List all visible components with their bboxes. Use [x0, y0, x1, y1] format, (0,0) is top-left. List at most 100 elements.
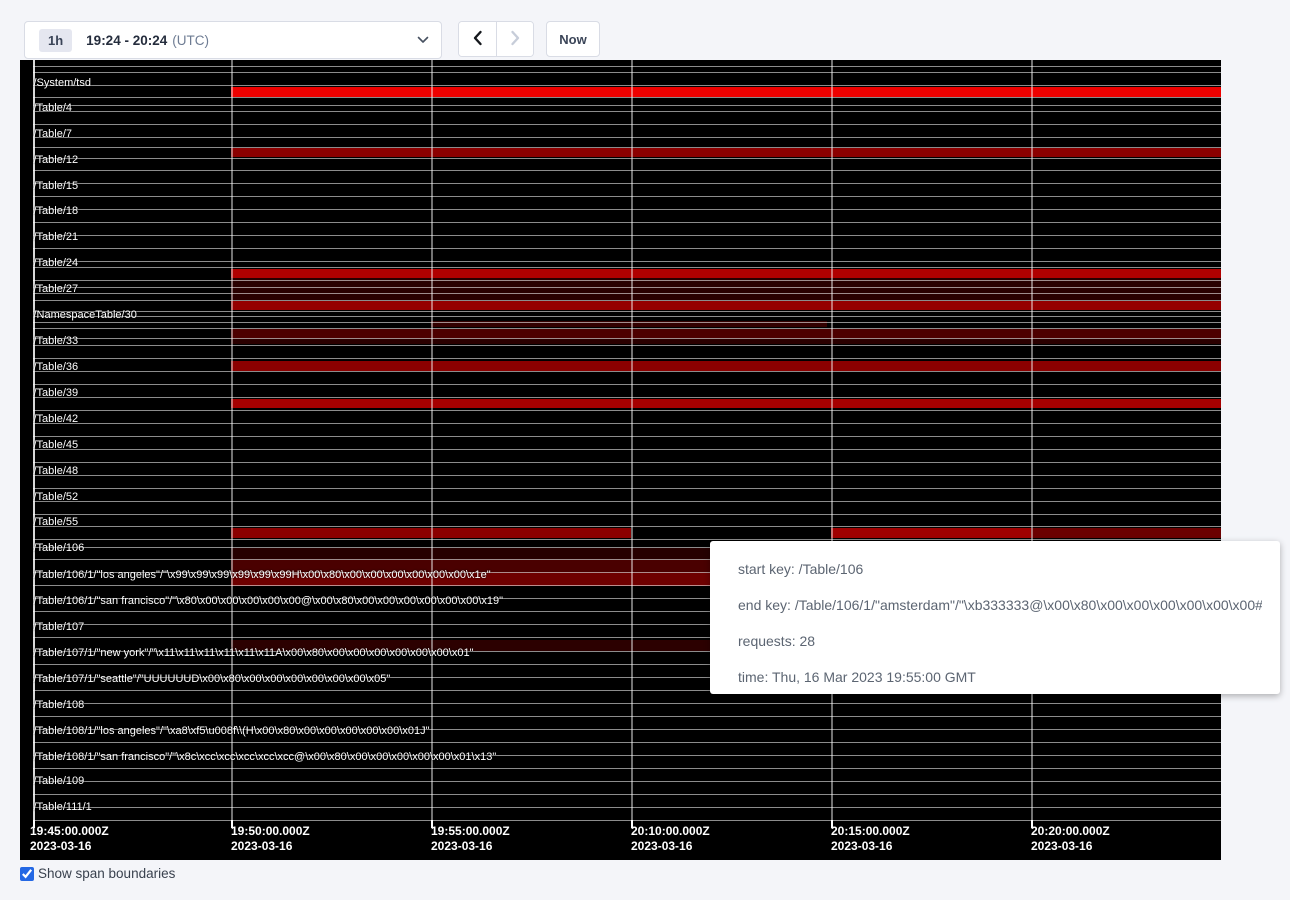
heatmap-band	[231, 148, 1221, 157]
row-key-label: /Table/107/1/"new york"/"\x11\x11\x11\x1…	[34, 647, 474, 659]
chevron-down-icon	[417, 36, 429, 44]
span-boundary-line	[33, 322, 1221, 323]
span-boundary-line	[33, 397, 1221, 398]
heatmap-band	[231, 399, 1221, 408]
span-boundary-line	[33, 111, 1221, 112]
row-key-label: /Table/55	[34, 516, 79, 528]
row-key-label: /Table/33	[34, 335, 79, 347]
span-boundary-line	[33, 97, 1221, 98]
span-boundary-line	[33, 410, 1221, 411]
time-zone-label: (UTC)	[172, 33, 209, 48]
time-bucket-line	[631, 60, 633, 820]
tooltip-time: time: Thu, 16 Mar 2023 19:55:00 GMT	[738, 669, 1262, 685]
span-boundary-line	[33, 807, 1221, 808]
chevron-right-icon	[510, 30, 521, 49]
row-key-label: /Table/106/1/"los angeles"/"\x99\x99\x99…	[34, 569, 491, 581]
span-boundary-line	[33, 475, 1221, 476]
span-boundary-line	[33, 501, 1221, 502]
span-boundary-line	[33, 462, 1221, 463]
heatmap-band	[231, 301, 1221, 310]
span-boundary-line	[33, 124, 1221, 125]
span-boundary-line	[33, 261, 1221, 262]
time-bucket-line	[831, 60, 833, 820]
show-span-boundaries-checkbox[interactable]	[20, 867, 34, 881]
show-span-boundaries-label: Show span boundaries	[38, 866, 175, 881]
row-key-label: /Table/18	[34, 205, 79, 217]
x-axis-label: 20:10:00.000Z2023-03-16	[631, 824, 710, 854]
row-key-label: /Table/107/1/"seattle"/"UUUUUUD\x00\x80\…	[34, 673, 391, 685]
tooltip-end-key: end key: /Table/106/1/"amsterdam"/"\xb33…	[738, 597, 1262, 613]
span-boundary-line	[33, 526, 1221, 527]
heatmap-band	[231, 361, 1221, 371]
span-boundary-line	[33, 820, 1221, 821]
span-boundary-line	[33, 316, 1221, 317]
heatmap-band	[231, 87, 1221, 97]
row-key-label: /Table/36	[34, 361, 79, 373]
span-boundary-line	[33, 768, 1221, 769]
span-boundary-line	[33, 539, 1221, 540]
span-boundary-line	[33, 794, 1221, 795]
row-key-label: /Table/4	[34, 102, 73, 114]
span-boundary-line	[33, 449, 1221, 450]
x-axis-label: 20:15:00.000Z2023-03-16	[831, 824, 910, 854]
row-key-label: /Table/12	[34, 154, 79, 166]
row-key-label: /Table/7	[34, 128, 73, 140]
span-boundary-line	[33, 311, 1221, 312]
span-boundary-line	[33, 436, 1221, 437]
time-bucket-line	[1031, 60, 1033, 820]
span-boundary-line	[33, 280, 1221, 281]
key-visualizer-heatmap[interactable]: /System/tsd/Table/4/Table/7/Table/12/Tab…	[20, 60, 1221, 860]
row-key-label: /Table/42	[34, 413, 79, 425]
span-boundary-line	[33, 287, 1221, 288]
row-key-label: /NamespaceTable/30	[34, 309, 137, 321]
span-boundary-line	[33, 742, 1221, 743]
span-boundary-line	[33, 488, 1221, 489]
row-key-label: /Table/111/1	[34, 801, 92, 813]
span-boundary-line	[33, 66, 1221, 67]
time-bucket-line	[231, 60, 233, 820]
span-boundary-line	[33, 423, 1221, 424]
x-axis-label: 20:20:00.000Z2023-03-16	[1031, 824, 1110, 854]
row-key-label: /Table/24	[34, 257, 79, 269]
span-boundary-line	[33, 371, 1221, 372]
row-key-label: /Table/48	[34, 465, 79, 477]
chevron-left-icon	[472, 30, 483, 49]
span-boundary-line	[33, 105, 1221, 106]
previous-time-window-button[interactable]	[459, 22, 496, 56]
x-axis-label: 19:50:00.000Z2023-03-16	[231, 824, 310, 854]
next-time-window-button[interactable]	[496, 22, 533, 56]
span-boundary-line	[33, 235, 1221, 236]
time-range-selector[interactable]: 1h 19:24 - 20:24 (UTC)	[24, 21, 442, 59]
span-boundary-line	[33, 781, 1221, 782]
span-boundary-line	[33, 384, 1221, 385]
span-boundary-line	[33, 85, 1221, 86]
span-boundary-line	[33, 209, 1221, 210]
row-key-label: /Table/106	[34, 542, 85, 554]
span-boundary-line	[33, 137, 1221, 138]
row-key-label: /Table/108/1/"los angeles"/"\xa8\xf5\u00…	[34, 725, 430, 737]
span-boundary-line	[33, 72, 1221, 73]
span-boundary-line	[33, 222, 1221, 223]
row-key-label: /Table/52	[34, 491, 79, 503]
span-boundary-line	[33, 170, 1221, 171]
show-span-boundaries-control[interactable]: Show span boundaries	[20, 866, 175, 881]
span-boundary-line	[33, 183, 1221, 184]
span-boundary-line	[33, 703, 1221, 704]
row-key-label: /Table/106/1/"san francisco"/"\x80\x00\x…	[34, 595, 504, 607]
row-key-label: /Table/15	[34, 180, 79, 192]
time-range-text: 19:24 - 20:24	[86, 33, 167, 48]
span-boundary-line	[33, 267, 1221, 268]
time-bucket-line	[431, 60, 433, 820]
heatmap-band	[231, 329, 1221, 338]
tooltip-requests: requests: 28	[738, 633, 1262, 649]
span-boundary-line	[33, 338, 1221, 339]
span-boundary-line	[33, 345, 1221, 346]
tooltip-start-key: start key: /Table/106	[738, 561, 1262, 577]
time-range-preset-badge: 1h	[39, 29, 72, 52]
time-shift-button-group	[458, 21, 534, 57]
heatmap-band	[831, 528, 1031, 538]
now-button[interactable]: Now	[546, 21, 600, 57]
row-key-label: /Table/108/1/"san francisco"/"\x8c\xcc\x…	[34, 751, 497, 763]
heatmap-band	[231, 278, 1221, 300]
row-key-label: /Table/108	[34, 699, 85, 711]
